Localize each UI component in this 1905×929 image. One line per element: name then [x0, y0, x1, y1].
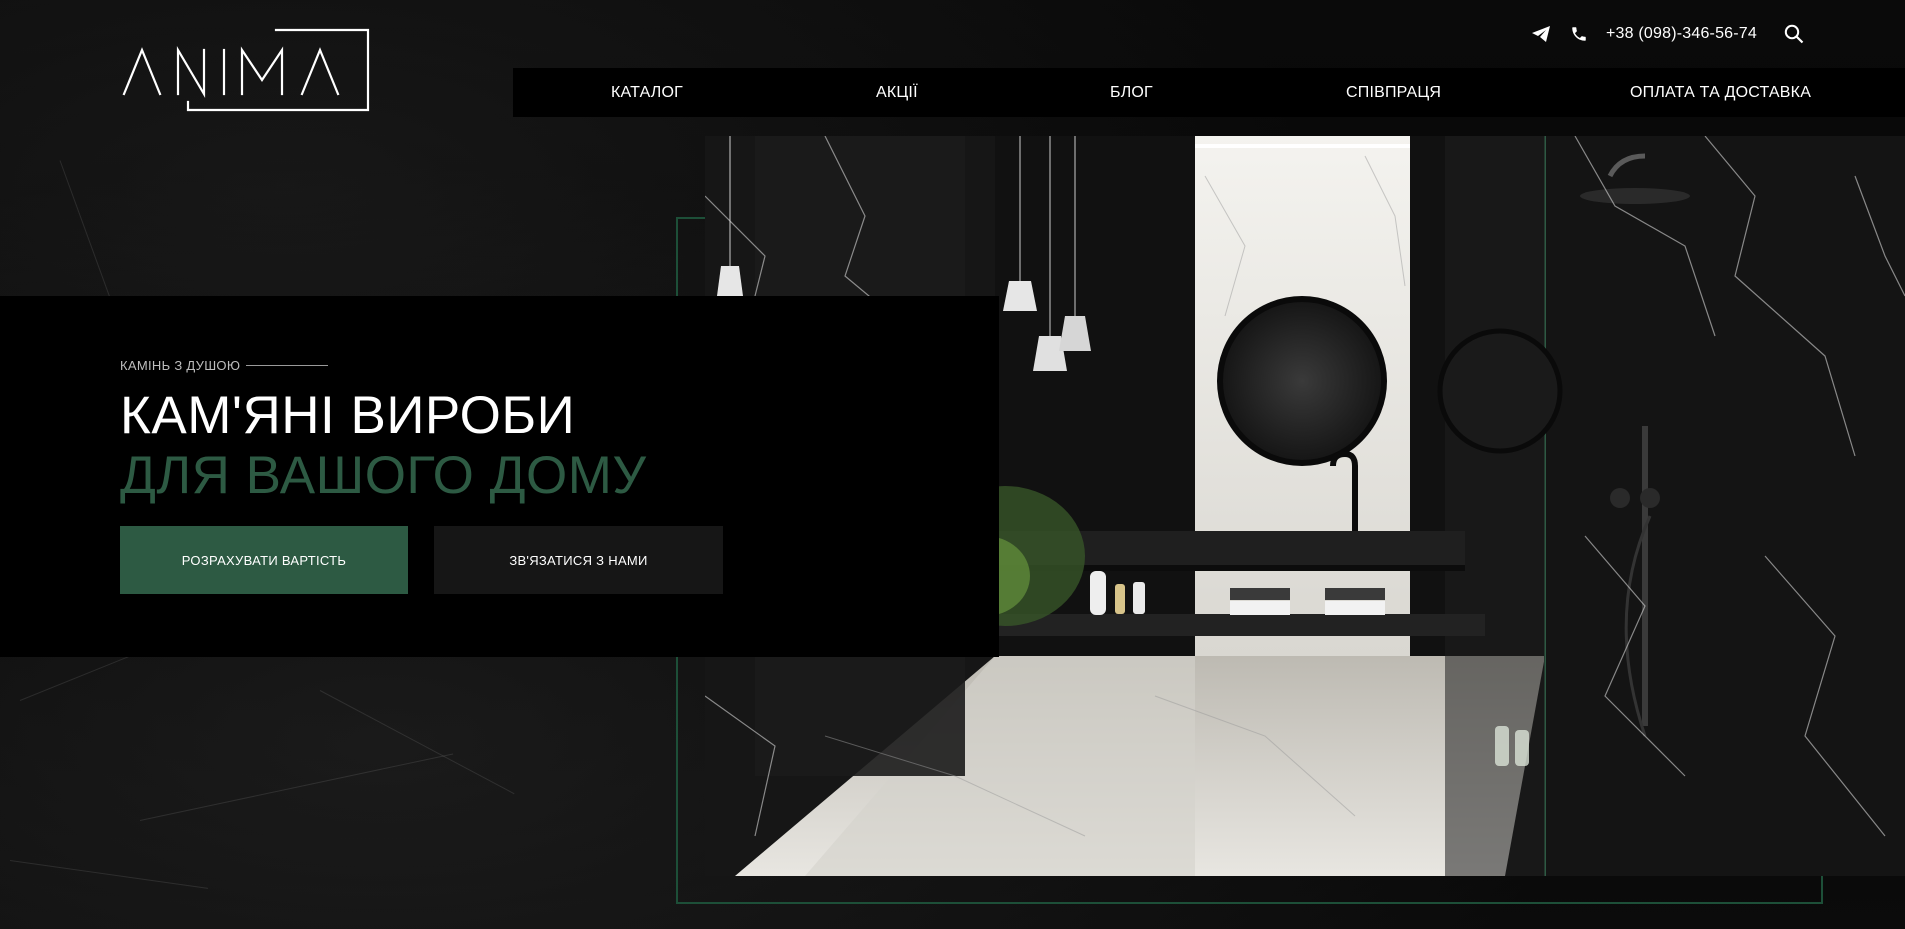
eyebrow-divider [246, 365, 329, 366]
search-icon[interactable] [1783, 23, 1805, 45]
nav-item-blog[interactable]: БЛОГ [1110, 68, 1153, 117]
marble-vein [9, 860, 209, 889]
nav-item-catalog[interactable]: КАТАЛОГ [611, 68, 683, 117]
calculate-price-button[interactable]: РОЗРАХУВАТИ ВАРТІСТЬ [120, 526, 408, 594]
phone-number-link[interactable]: +38 (098)-346-56-74 [1606, 25, 1757, 43]
nav-item-cooperation[interactable]: СПІВПРАЦЯ [1346, 68, 1441, 117]
hero-title-line-1: КАМ'ЯНІ ВИРОБИ [120, 386, 576, 445]
nav-item-promotions[interactable]: АКЦІЇ [876, 68, 918, 117]
hero-title-line-2: ДЛЯ ВАШОГО ДОМУ [120, 446, 647, 505]
hero-eyebrow: КАМІНЬ З ДУШОЮ [120, 358, 329, 373]
phone-icon[interactable] [1568, 23, 1590, 45]
marble-vein [139, 753, 454, 821]
marble-vein [319, 690, 515, 795]
header-contacts: +38 (098)-346-56-74 [1530, 20, 1805, 48]
brand-logo[interactable] [120, 28, 372, 112]
main-navigation: КАТАЛОГ АКЦІЇ БЛОГ СПІВПРАЦЯ ОПЛАТА ТА Д… [513, 68, 1905, 117]
telegram-icon[interactable] [1530, 23, 1552, 45]
nav-item-payment-delivery[interactable]: ОПЛАТА ТА ДОСТАВКА [1630, 68, 1811, 117]
contact-us-button[interactable]: ЗВ'ЯЗАТИСЯ З НАМИ [434, 526, 723, 594]
hero-eyebrow-text: КАМІНЬ З ДУШОЮ [120, 358, 241, 373]
